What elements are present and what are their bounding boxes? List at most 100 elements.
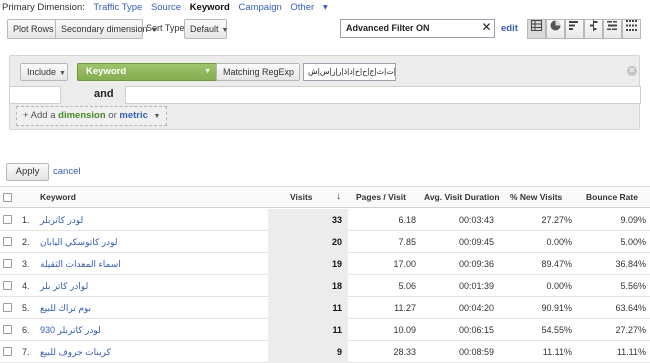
table-view-icon[interactable] (527, 19, 546, 39)
row-checkbox[interactable] (3, 303, 12, 312)
bounce-rate-value: 11.11% (616, 347, 646, 357)
pages-per-visit-value: 7.85 (398, 237, 416, 247)
chevron-down-icon: ▾ (322, 2, 328, 13)
new-visits-value: 0.00% (546, 237, 572, 247)
row-index: 7. (22, 347, 30, 357)
header-pages-visit[interactable]: Pages / Visit (356, 192, 406, 202)
add-metric-link: metric (119, 110, 148, 121)
filter-dimension-dropdown[interactable]: Keyword ▼ (77, 63, 218, 81)
avg-visit-duration-value: 00:09:45 (458, 237, 494, 247)
keyword-link[interactable]: اسماء المعدات الثقيلة (40, 259, 250, 270)
new-visits-value: 89.47% (541, 259, 572, 269)
and-condition-input[interactable] (9, 86, 61, 104)
table-row: 6. لودر كاتربلر 930 11 10.09 00:06:15 54.55% 2… (0, 319, 650, 341)
keyword-link[interactable]: لوادر كاتر بلر (40, 281, 250, 292)
visits-value: 9 (336, 347, 342, 357)
avg-visit-duration-value: 00:01:39 (458, 281, 494, 291)
new-visits-value: 27.27% (541, 215, 572, 225)
new-visits-value: 54.55% (541, 325, 572, 335)
chevron-down-icon: ▼ (153, 113, 161, 120)
bounce-rate-value: 5.56% (620, 281, 646, 291)
row-index: 4. (22, 281, 30, 291)
header-new-visits[interactable]: % New Visits (510, 192, 562, 202)
close-icon[interactable]: ✕ (627, 66, 637, 76)
visits-value: 11 (332, 303, 342, 313)
visits-value: 18 (331, 281, 342, 291)
row-index: 5. (22, 303, 30, 313)
edit-filter-link[interactable]: edit (501, 23, 518, 34)
header-visits[interactable]: Visits (290, 192, 313, 202)
plot-rows-button[interactable]: Plot Rows (7, 19, 60, 39)
chevron-down-icon: ▼ (221, 27, 229, 34)
pivot-view-icon[interactable] (622, 19, 641, 39)
pie-view-icon[interactable] (546, 19, 565, 39)
pages-per-visit-value: 10.09 (393, 325, 416, 335)
secondary-dimension-dropdown[interactable]: Secondary dimension ▼ (55, 19, 158, 39)
sort-type-dropdown[interactable]: Default ▼ (184, 19, 229, 39)
visits-value: 11 (332, 325, 342, 335)
row-index: 1. (22, 215, 30, 225)
table-row: 7. كرينات جروف للبيع 9 28.33 00:08:59 11.11% 1… (0, 341, 650, 363)
row-checkbox[interactable] (3, 259, 12, 268)
chevron-down-icon: ▼ (59, 70, 66, 77)
new-visits-value: 0.00% (546, 281, 572, 291)
header-keyword[interactable]: Keyword (40, 192, 76, 202)
primary-dimension-label: Primary Dimension: (2, 2, 85, 13)
row-checkbox[interactable] (3, 215, 12, 224)
row-index: 3. (22, 259, 30, 269)
select-all-checkbox[interactable] (3, 193, 12, 202)
bar-view-icon[interactable] (565, 19, 584, 39)
keyword-link[interactable]: لودر كاتربلر (40, 215, 250, 226)
avg-visit-duration-value: 00:08:59 (458, 347, 494, 357)
row-index: 6. (22, 325, 30, 335)
secondary-dimension-label: Secondary dimension (61, 24, 148, 34)
add-dimension-link: dimension (58, 110, 106, 121)
avg-visit-duration-value: 00:03:43 (458, 215, 494, 225)
chevron-down-icon: ▼ (204, 68, 211, 75)
regex-input[interactable]: اب|ت|ث|ج|ح|خ|د|ذ|ر|ز|س|ش (303, 63, 396, 81)
include-dropdown[interactable]: Include ▼ (20, 63, 68, 81)
filter-input[interactable]: Advanced Filter ON (340, 19, 495, 38)
row-checkbox[interactable] (3, 281, 12, 290)
include-label: Include (27, 67, 57, 77)
keyword-link[interactable]: لودر كاتوسكي اليابان (40, 237, 250, 248)
bounce-rate-value: 5.00% (620, 237, 646, 247)
table-row: 3. اسماء المعدات الثقيلة 19 17.00 00:09:36 89… (0, 253, 650, 275)
row-checkbox[interactable] (3, 237, 12, 246)
dimension-campaign[interactable]: Campaign (238, 2, 281, 13)
pages-per-visit-value: 28.33 (393, 347, 416, 357)
sort-type-label: Sort Type: (146, 23, 187, 33)
apply-button[interactable]: Apply (6, 163, 49, 181)
dimension-other[interactable]: Other ▾ (290, 2, 333, 13)
add-dimension-or-metric-button[interactable]: + Add a dimension or metric ▼ (16, 106, 168, 126)
table-header: Keyword Visits ↓ Pages / Visit Avg. Visi… (0, 186, 650, 208)
primary-dimension-bar: Primary Dimension: Traffic Type Source K… (2, 2, 340, 16)
table-row: 5. بوم تراك للبيع 11 11.27 00:04:20 90.91% 63.… (0, 297, 650, 319)
bounce-rate-value: 27.27% (615, 325, 646, 335)
dimension-traffic-type[interactable]: Traffic Type (93, 2, 142, 13)
comparison-view-icon[interactable] (584, 19, 603, 39)
keyword-link[interactable]: لودر كاتربلر 930 (40, 325, 250, 336)
match-type-dropdown[interactable]: Matching RegExp (216, 63, 300, 81)
sort-arrow-icon: ↓ (336, 191, 341, 202)
bounce-rate-value: 9.09% (620, 215, 646, 225)
bounce-rate-value: 63.64% (615, 303, 646, 313)
visits-value: 19 (331, 259, 342, 269)
row-index: 2. (22, 237, 30, 247)
keyword-link[interactable]: بوم تراك للبيع (40, 303, 250, 314)
header-avg-visit-duration[interactable]: Avg. Visit Duration (424, 192, 500, 202)
clear-filter-icon[interactable]: ✕ (478, 19, 495, 38)
keyword-link[interactable]: كرينات جروف للبيع (40, 347, 250, 358)
dimension-keyword[interactable]: Keyword (190, 2, 230, 13)
dimension-source[interactable]: Source (151, 2, 181, 13)
filter-dimension-label: Keyword (86, 66, 127, 77)
avg-visit-duration-value: 00:06:15 (458, 325, 494, 335)
table-row: 4. لوادر كاتر بلر 18 5.06 00:01:39 0.00% 5.56% (0, 275, 650, 297)
pages-per-visit-value: 17.00 (393, 259, 416, 269)
header-bounce-rate[interactable]: Bounce Rate (586, 192, 638, 202)
add-or: or (108, 110, 117, 121)
and-condition-value-input[interactable] (125, 86, 641, 104)
cancel-link[interactable]: cancel (53, 166, 80, 177)
row-checkbox[interactable] (3, 325, 12, 334)
term-cloud-icon[interactable] (603, 19, 622, 39)
